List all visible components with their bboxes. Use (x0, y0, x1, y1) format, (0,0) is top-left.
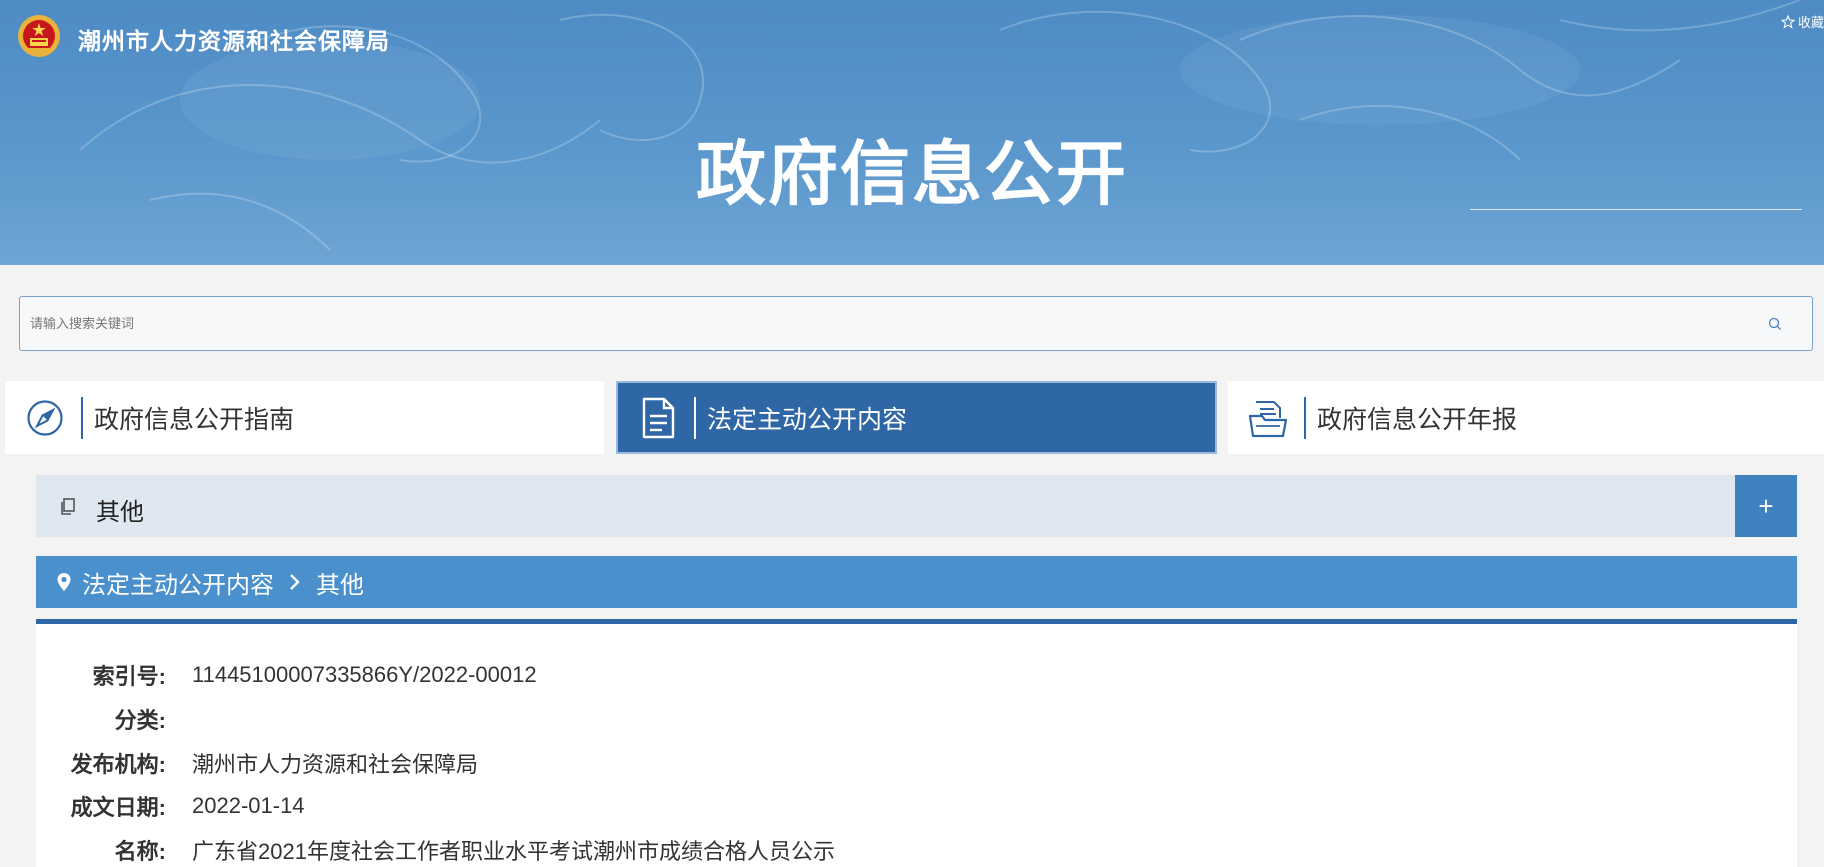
detail-row-publisher: 发布机构: 潮州市人力资源和社会保障局 (36, 748, 478, 778)
favorite-label: 收藏 (1797, 15, 1824, 30)
location-pin-icon (57, 573, 71, 591)
tab-statutory-content[interactable]: 法定主动公开内容 (616, 381, 1217, 454)
site-name[interactable]: 潮州市人力资源和社会保障局 (78, 22, 390, 56)
detail-value: 潮州市人力资源和社会保障局 (192, 752, 479, 777)
national-emblem-icon (18, 15, 60, 57)
folder-icon (1248, 400, 1288, 437)
star-icon (1780, 14, 1795, 29)
tab-separator (1304, 396, 1306, 439)
detail-label: 分类: (114, 708, 166, 733)
copy-icon (61, 498, 75, 515)
detail-label: 索引号: (92, 664, 166, 689)
category-header[interactable]: 其他 + (36, 475, 1797, 537)
detail-value: 2022-01-14 (192, 793, 305, 818)
tab-info-guide[interactable]: 政府信息公开指南 (5, 381, 604, 454)
breadcrumb-item[interactable]: 法定主动公开内容 (82, 565, 274, 600)
tab-annual-report[interactable]: 政府信息公开年报 (1228, 381, 1824, 454)
expand-button[interactable]: + (1735, 475, 1797, 537)
detail-label: 发布机构: (70, 752, 166, 777)
tab-label: 政府信息公开指南 (94, 405, 295, 434)
detail-row-title: 名称: 广东省2021年度社会工作者职业水平考试潮州市成绩合格人员公示 (36, 835, 835, 865)
banner-divider (1470, 209, 1802, 210)
detail-value: 广东省2021年度社会工作者职业水平考试潮州市成绩合格人员公示 (192, 839, 835, 864)
search-bar (19, 296, 1813, 351)
document-detail-panel: 索引号: 11445100007335866Y/2022-00012 分类: 发… (36, 619, 1797, 867)
compass-icon (27, 399, 63, 436)
banner-title: 政府信息公开 (696, 135, 1128, 213)
breadcrumb: 法定主动公开内容 其他 (36, 556, 1797, 608)
search-input[interactable] (30, 297, 1730, 350)
detail-value: 11445100007335866Y/2022-00012 (192, 662, 537, 687)
detail-label: 名称: (114, 839, 166, 864)
category-label: 其他 (96, 499, 144, 526)
chevron-right-icon (290, 574, 300, 590)
tab-label: 法定主动公开内容 (707, 405, 908, 434)
detail-row-category: 分类: (36, 704, 192, 734)
detail-label: 成文日期: (70, 795, 166, 820)
breadcrumb-item[interactable]: 其他 (316, 565, 364, 600)
header-banner: 潮州市人力资源和社会保障局 收藏 政府信息公开 (0, 0, 1824, 265)
favorite-link[interactable]: 收藏 (1780, 12, 1824, 31)
search-icon[interactable] (1768, 317, 1782, 331)
detail-row-index: 索引号: 11445100007335866Y/2022-00012 (36, 660, 537, 690)
tab-separator (81, 396, 83, 439)
detail-row-date: 成文日期: 2022-01-14 (36, 791, 305, 821)
tab-separator (694, 396, 696, 439)
document-icon (642, 397, 675, 438)
tab-label: 政府信息公开年报 (1317, 405, 1518, 434)
